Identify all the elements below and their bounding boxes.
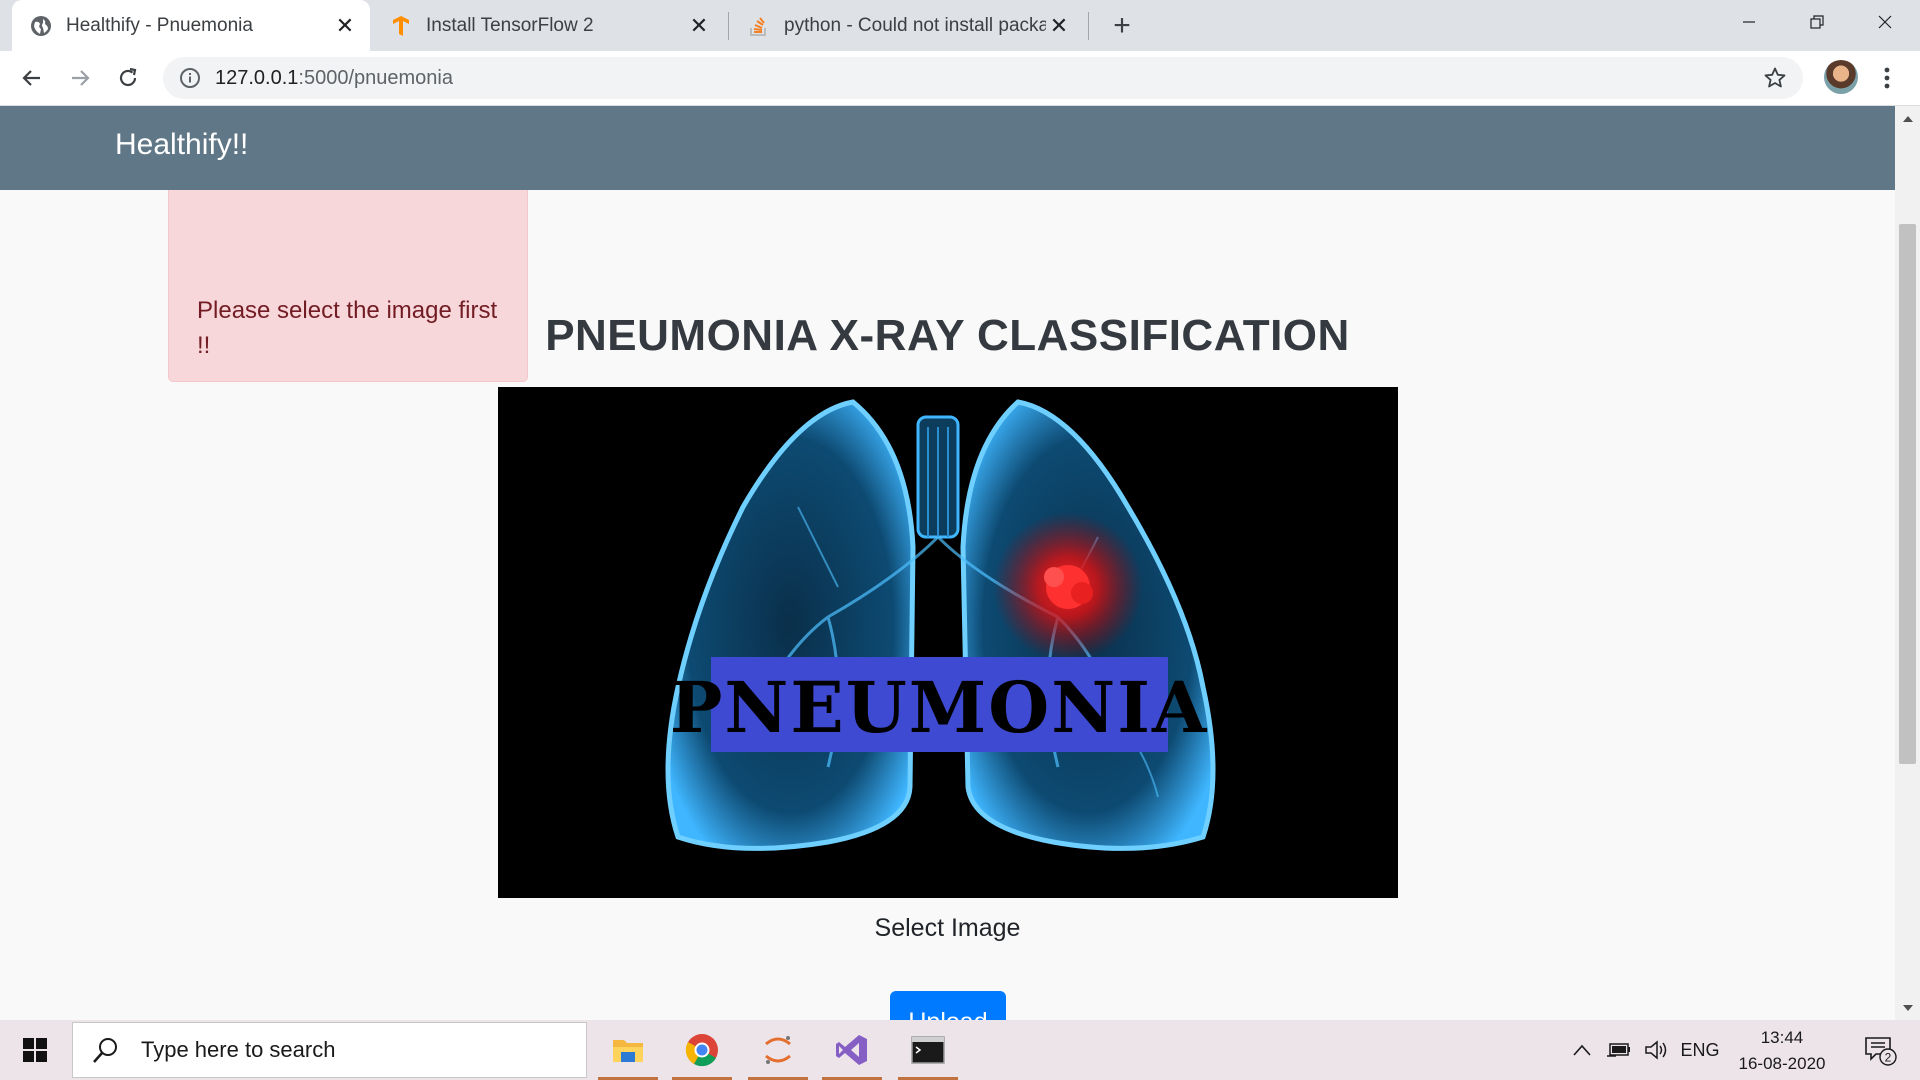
battery-tray-icon[interactable]: [1602, 1020, 1636, 1080]
search-icon: [93, 1038, 117, 1063]
scroll-up-arrow-icon[interactable]: [1895, 106, 1920, 131]
file-explorer-taskbar-button[interactable]: [598, 1020, 658, 1080]
restore-button[interactable]: [1782, 0, 1852, 44]
jupyter-taskbar-button[interactable]: [748, 1020, 808, 1080]
terminal-taskbar-button[interactable]: [898, 1020, 958, 1080]
windows-taskbar: Type here to search ENG 13:44 16-08-2020…: [0, 1020, 1920, 1080]
more-vert-icon: [1884, 67, 1890, 89]
clock-time: 13:44: [1760, 1028, 1804, 1047]
browser-toolbar: 127.0.0.1:5000/pnuemonia: [0, 51, 1920, 106]
brand-link[interactable]: Healthify!!: [115, 128, 248, 162]
browser-menu-button[interactable]: [1872, 60, 1902, 96]
tab-stackoverflow[interactable]: python - Could not install packag ✕: [730, 0, 1080, 51]
profile-avatar[interactable]: [1824, 60, 1858, 94]
language-indicator[interactable]: ENG: [1680, 1020, 1720, 1080]
hero-text: PNEUMONIA: [670, 666, 1209, 749]
reload-button[interactable]: [110, 60, 146, 96]
stackoverflow-icon: [748, 15, 770, 37]
bookmark-star-icon[interactable]: [1763, 66, 1787, 90]
jupyter-icon: [765, 1036, 791, 1064]
notification-count: 2: [1885, 1051, 1892, 1065]
minimize-button[interactable]: [1714, 0, 1784, 44]
site-navbar: Healthify!!: [0, 106, 1895, 190]
folder-icon: [613, 1040, 643, 1062]
forward-button[interactable]: [62, 60, 98, 96]
new-tab-button[interactable]: +: [1106, 9, 1138, 42]
taskbar-clock[interactable]: 13:44 16-08-2020: [1722, 1025, 1842, 1077]
windows-logo-icon: [23, 1038, 47, 1062]
url-path: :5000/pnuemonia: [298, 66, 453, 89]
url-text: 127.0.0.1:5000/pnuemonia: [215, 67, 453, 90]
tab-strip: Healthify - Pnuemonia ✕ Install TensorFl…: [0, 0, 1920, 51]
page-scrollbar[interactable]: [1895, 106, 1920, 1020]
back-button[interactable]: [14, 60, 50, 96]
show-hidden-icons-button[interactable]: [1568, 1020, 1596, 1080]
battery-icon: [1607, 1043, 1630, 1057]
chrome-icon: [685, 1034, 718, 1067]
tensorflow-icon: [390, 15, 412, 37]
scroll-down-arrow-icon[interactable]: [1895, 995, 1920, 1020]
search-placeholder: Type here to search: [141, 1037, 336, 1062]
chevron-up-icon: [1573, 1044, 1591, 1056]
clock-date: 16-08-2020: [1738, 1054, 1826, 1073]
tab-separator: [728, 12, 729, 40]
arrow-left-icon: [22, 70, 40, 86]
action-center-button[interactable]: 2: [1855, 1020, 1905, 1080]
address-bar[interactable]: 127.0.0.1:5000/pnuemonia: [163, 57, 1803, 99]
speaker-icon: [1645, 1040, 1667, 1060]
close-tab-icon[interactable]: ✕: [1046, 13, 1072, 39]
pneumonia-hero-image: PNEUMONIA: [498, 387, 1398, 898]
info-icon[interactable]: [179, 67, 201, 89]
select-image-label[interactable]: Select Image: [0, 914, 1895, 943]
page-viewport: Please select the image first !! Healthi…: [0, 106, 1895, 1020]
volume-tray-icon[interactable]: [1640, 1020, 1674, 1080]
terminal-icon: [911, 1036, 945, 1064]
arrow-right-icon: [72, 70, 90, 86]
scroll-thumb[interactable]: [1899, 224, 1916, 764]
tab-title: python - Could not install packag: [784, 14, 1046, 36]
upload-button[interactable]: Upload: [890, 991, 1006, 1020]
url-host: 127.0.0.1: [215, 66, 299, 89]
visual-studio-taskbar-button[interactable]: [822, 1020, 882, 1080]
start-button[interactable]: [0, 1020, 70, 1080]
tab-title: Healthify - Pnuemonia: [66, 14, 253, 36]
reload-icon: [119, 67, 137, 87]
tab-tensorflow[interactable]: Install TensorFlow 2 ✕: [372, 0, 720, 51]
taskbar-search-box[interactable]: Type here to search: [72, 1022, 587, 1078]
tab-separator: [1088, 12, 1089, 40]
tab-healthify[interactable]: Healthify - Pnuemonia ✕: [12, 0, 370, 51]
visual-studio-icon: [836, 1035, 867, 1065]
page-title: PNEUMONIA X-RAY CLASSIFICATION: [545, 311, 1350, 360]
close-tab-icon[interactable]: ✕: [332, 13, 358, 39]
close-tab-icon[interactable]: ✕: [686, 13, 712, 39]
chrome-taskbar-button[interactable]: [672, 1020, 732, 1080]
close-window-button[interactable]: [1850, 0, 1920, 44]
notification-icon: 2: [1865, 1037, 1897, 1066]
tab-title: Install TensorFlow 2: [426, 14, 594, 36]
globe-icon: [30, 15, 52, 37]
